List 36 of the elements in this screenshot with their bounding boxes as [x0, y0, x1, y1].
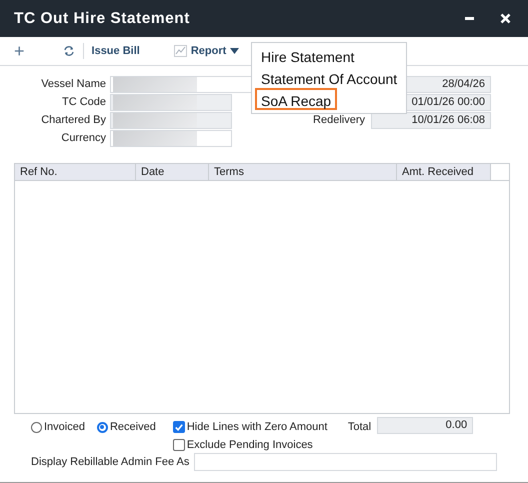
report-button[interactable]: Report: [190, 45, 226, 57]
total-field: 0.00: [377, 417, 474, 434]
radio-label: Invoiced: [44, 421, 85, 433]
field-label: Chartered By: [40, 114, 107, 126]
checkbox-label: Hide Lines with Zero Amount: [186, 421, 328, 433]
date-field[interactable]: 10/01/26 06:08: [371, 112, 491, 128]
checkbox-label: Exclude Pending Invoices: [186, 439, 313, 451]
field-label: Redelivery: [313, 114, 365, 126]
issue-bill-button[interactable]: Issue Bill: [92, 45, 140, 57]
checkbox[interactable]: [172, 421, 185, 433]
window-title: TC Out Hire Statement: [14, 10, 190, 28]
field-label: Vessel Name: [40, 78, 107, 90]
text-field[interactable]: [194, 453, 498, 471]
add-button[interactable]: +: [14, 42, 25, 60]
radio-button[interactable]: [31, 422, 42, 432]
field-label: TC Code: [60, 96, 107, 108]
column-header[interactable]: Ref No.: [15, 164, 136, 180]
column-header[interactable]: Terms: [209, 164, 397, 180]
text-field[interactable]: [110, 130, 232, 146]
chart-icon: [174, 45, 187, 57]
column-header[interactable]: Date: [136, 164, 209, 180]
field-label: Currency: [60, 132, 107, 144]
field-label: Display Rebillable Admin Fee As: [31, 456, 190, 468]
close-icon[interactable]: [500, 13, 511, 24]
checkbox[interactable]: [172, 439, 185, 451]
menu-item[interactable]: SoA Recap: [255, 88, 338, 110]
menu-item[interactable]: Hire Statement: [255, 44, 360, 66]
text-field[interactable]: [110, 94, 232, 110]
total-label: Total: [348, 420, 372, 435]
text-field[interactable]: [110, 112, 232, 128]
refresh-icon[interactable]: [62, 45, 75, 57]
radio-label: Received: [110, 421, 156, 433]
radio-button[interactable]: [96, 422, 108, 432]
column-header[interactable]: Amt. Received: [397, 164, 491, 180]
minimize-icon[interactable]: [464, 16, 476, 20]
caret-icon[interactable]: [230, 48, 240, 54]
